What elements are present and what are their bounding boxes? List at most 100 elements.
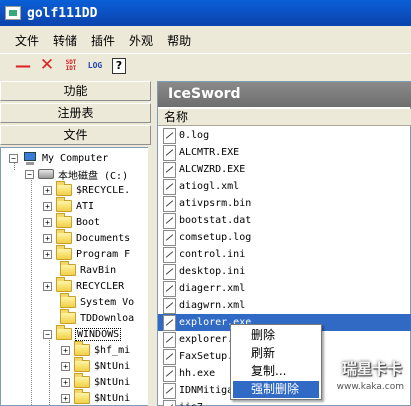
collapse-icon[interactable]: − — [9, 153, 18, 163]
folder-icon — [56, 213, 72, 228]
file-name: control.ini — [179, 249, 246, 260]
folder-icon — [60, 261, 76, 276]
tree-node-folder[interactable]: RavBin — [56, 261, 117, 278]
ctx-force-delete[interactable]: 强制删除 — [233, 381, 319, 398]
tree-node-windows[interactable]: − WINDOWS — [43, 325, 122, 342]
app-icon — [5, 6, 21, 20]
expand-icon[interactable]: + — [43, 249, 52, 259]
file-icon — [163, 297, 176, 314]
tree-node-folder[interactable]: + Program F — [43, 245, 131, 262]
folder-icon — [74, 389, 90, 404]
file-icon — [163, 161, 176, 178]
column-header-name[interactable]: 名称 — [158, 109, 411, 126]
tree-node-folder[interactable]: + $NtUni — [61, 357, 131, 374]
expand-icon[interactable]: + — [61, 377, 70, 387]
folder-icon — [60, 293, 76, 308]
file-row[interactable]: ALCMTR.EXE — [158, 144, 411, 161]
expand-icon[interactable]: + — [43, 185, 52, 195]
dash-button[interactable]: — — [12, 56, 34, 76]
file-row[interactable]: diagerr.xml — [158, 280, 411, 297]
app-window: golf111DD 文件 转储 插件 外观 帮助 — ✕ SDT IDT LOG… — [0, 0, 411, 406]
file-icon — [163, 280, 176, 297]
ctx-delete[interactable]: 删除 — [233, 327, 319, 344]
close-x-button[interactable]: ✕ — [36, 56, 58, 76]
file-row[interactable]: diagwrn.xml — [158, 297, 411, 314]
tree-node-folder[interactable]: + $hf_mi — [61, 341, 131, 358]
file-name: diagwrn.xml — [179, 300, 246, 311]
folder-icon — [74, 341, 90, 356]
tree-node-folder[interactable]: + ATI — [43, 197, 95, 214]
file-row[interactable]: desktop.ini — [158, 263, 411, 280]
tree-label: $RECYCLE. — [76, 184, 131, 196]
toolbar: — ✕ SDT IDT LOG ? — [0, 53, 411, 77]
folder-open-icon — [56, 325, 72, 340]
file-name: atiogl.xml — [179, 181, 240, 192]
folder-icon — [60, 309, 76, 324]
menu-appearance[interactable]: 外观 — [122, 30, 160, 51]
collapse-icon[interactable]: − — [25, 169, 34, 179]
tree-label: Boot — [76, 216, 101, 228]
tree-label: ATI — [76, 200, 95, 212]
expand-icon[interactable]: + — [43, 201, 52, 211]
menu-dump[interactable]: 转储 — [46, 30, 84, 51]
ctx-refresh[interactable]: 刷新 — [233, 345, 319, 362]
help-button[interactable]: ? — [108, 56, 130, 76]
ctx-copy[interactable]: 复制... — [233, 363, 319, 380]
nav-registry-button[interactable]: 注册表 — [0, 103, 151, 123]
expand-icon[interactable]: + — [61, 361, 70, 371]
tree-node-folder[interactable]: + RECYCLER — [43, 277, 125, 294]
folder-icon — [56, 181, 72, 196]
file-icon — [163, 331, 176, 348]
left-panel: 功能 注册表 文件 − My Computer − 本地磁盘 (C:) + $R… — [0, 81, 152, 406]
dash-icon: — — [15, 55, 31, 75]
collapse-icon[interactable]: − — [43, 329, 52, 339]
tree-node-my-computer[interactable]: − My Computer — [9, 150, 109, 166]
expand-icon[interactable]: + — [61, 393, 70, 403]
tree-node-folder[interactable]: + Boot — [43, 213, 101, 230]
file-name: ALCMTR.EXE — [179, 147, 240, 158]
file-icon — [163, 212, 176, 229]
file-row[interactable]: ALCWZRD.EXE — [158, 161, 411, 178]
splitter[interactable] — [148, 147, 152, 406]
tree-node-folder[interactable]: + $RECYCLE. — [43, 181, 131, 198]
log-button[interactable]: LOG — [84, 56, 106, 76]
file-row[interactable]: bootstat.dat — [158, 212, 411, 229]
menu-bar: 文件 转储 插件 外观 帮助 — [0, 28, 411, 52]
help-icon: ? — [112, 57, 126, 74]
tree-node-folder[interactable]: + $NtUni — [61, 373, 131, 390]
tree-node-folder[interactable]: + Documents — [43, 229, 131, 246]
file-name: comsetup.log — [179, 232, 252, 243]
expand-icon[interactable]: + — [43, 233, 52, 243]
expand-icon[interactable]: + — [43, 281, 52, 291]
file-name: iis7 — [179, 402, 203, 406]
tree-node-folder[interactable]: TDDownloa — [56, 309, 135, 326]
tree-node-folder[interactable]: + $NtUni — [61, 389, 131, 405]
close-x-icon: ✕ — [39, 55, 55, 75]
file-row[interactable]: 0.log — [158, 127, 411, 144]
menu-file[interactable]: 文件 — [8, 30, 46, 51]
file-icon — [163, 178, 176, 195]
file-name: ativpsrm.bin — [179, 198, 252, 209]
title-bar[interactable]: golf111DD — [0, 0, 411, 26]
file-icon — [163, 365, 176, 382]
tree-node-drive-c[interactable]: − 本地磁盘 (C:) — [25, 166, 129, 182]
sdt-idt-button[interactable]: SDT IDT — [60, 56, 82, 76]
expand-icon[interactable]: + — [61, 345, 70, 355]
tree-label: $NtUni — [94, 360, 131, 372]
file-tree[interactable]: − My Computer − 本地磁盘 (C:) + $RECYCLE. + … — [0, 147, 152, 406]
tree-connector — [31, 176, 32, 405]
menu-help[interactable]: 帮助 — [160, 30, 198, 51]
menu-plugins[interactable]: 插件 — [84, 30, 122, 51]
folder-icon — [56, 277, 72, 292]
file-row[interactable]: atiogl.xml — [158, 178, 411, 195]
nav-files-button[interactable]: 文件 — [0, 125, 151, 145]
expand-icon[interactable]: + — [43, 217, 52, 227]
tree-node-folder[interactable]: System Vo — [56, 293, 135, 310]
idt-label: IDT — [65, 64, 77, 72]
file-icon — [163, 399, 176, 406]
file-row[interactable]: comsetup.log — [158, 229, 411, 246]
nav-functions-button[interactable]: 功能 — [0, 81, 151, 101]
file-row[interactable]: control.ini — [158, 246, 411, 263]
tree-label: $NtUni — [94, 392, 131, 404]
file-row[interactable]: ativpsrm.bin — [158, 195, 411, 212]
